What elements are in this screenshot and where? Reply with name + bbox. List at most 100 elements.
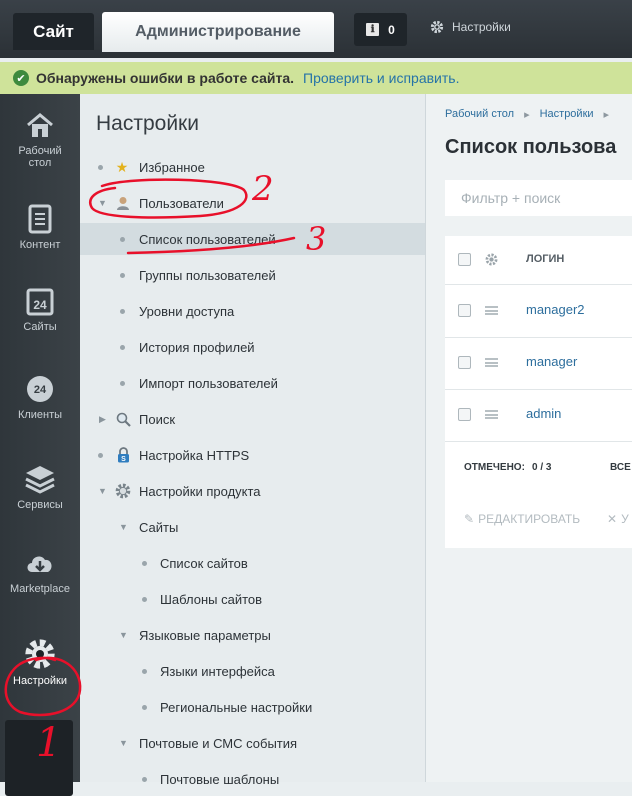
delete-button[interactable]: ✕ У [607, 512, 629, 526]
menu-label: Настройки продукта [139, 483, 261, 499]
calendar-24-icon: 24 [26, 288, 54, 316]
top-settings-label: Настройки [452, 20, 511, 34]
notifications-count: 0 [388, 22, 395, 37]
rail-item-services[interactable]: Сервисы [0, 464, 80, 511]
left-rail: Рабочий стол Контент 24 Сайты 24 Клиенты… [0, 94, 80, 796]
notification-icon: ℹ [366, 23, 380, 36]
cloud-download-icon [27, 556, 52, 572]
rail-label-services: Сервисы [17, 499, 63, 511]
menu-item-product-settings[interactable]: ▼ Настройки продукта [80, 475, 425, 507]
selected-count-label: ОТМЕЧЕНО: [464, 462, 525, 473]
rail-item-content[interactable]: Контент [0, 204, 80, 251]
rail-label-settings: Настройки [13, 675, 67, 687]
breadcrumb-separator-icon: ▸ [603, 109, 610, 121]
breadcrumb: Рабочий стол ▸ Настройки ▸ [445, 108, 609, 121]
magnifier-icon [115, 411, 131, 427]
rail-item-marketplace[interactable]: Marketplace [0, 550, 80, 595]
all-label[interactable]: ВСЕ [610, 462, 631, 473]
menu-item-favorites[interactable]: ★ Избранное [80, 151, 425, 183]
user-icon [115, 195, 131, 211]
notifications-button[interactable]: ℹ 0 [354, 13, 407, 46]
row-checkbox[interactable] [458, 304, 471, 317]
select-all-checkbox[interactable] [458, 253, 471, 266]
menu-item-users[interactable]: ▼ Пользователи [80, 187, 425, 219]
menu-item-user-import[interactable]: Импорт пользователей [80, 367, 425, 399]
menu-item-profile-history[interactable]: История профилей [80, 331, 425, 363]
menu-item-mail-templates[interactable]: Почтовые шаблоны [80, 763, 425, 795]
bullet-icon [120, 344, 125, 350]
menu-item-language-params[interactable]: ▼ Языковые параметры [80, 619, 425, 651]
column-login-header[interactable]: ЛОГИН [526, 253, 564, 265]
tab-site[interactable]: Сайт [13, 13, 94, 50]
star-icon: ★ [115, 158, 129, 175]
table-row[interactable]: manager [445, 337, 632, 390]
edit-label: РЕДАКТИРОВАТЬ [478, 512, 581, 526]
row-checkbox[interactable] [458, 408, 471, 421]
document-icon [28, 204, 52, 234]
menu-label: Поиск [139, 411, 176, 427]
row-checkbox[interactable] [458, 356, 471, 369]
menu-label: Список пользователей [139, 231, 276, 247]
user-login-link[interactable]: manager [526, 354, 577, 369]
menu-item-user-groups[interactable]: Группы пользователей [80, 259, 425, 291]
menu-item-interface-languages[interactable]: Языки интерфейса [80, 655, 425, 687]
rail-item-clients[interactable]: 24 Клиенты [0, 374, 80, 421]
close-icon: ✕ [607, 512, 618, 526]
rail-item-desktop[interactable]: Рабочий стол [0, 112, 80, 169]
edit-button[interactable]: ✎ РЕДАКТИРОВАТЬ [464, 512, 580, 526]
user-login-link[interactable]: manager2 [526, 302, 585, 317]
tab-administration[interactable]: Администрирование [102, 12, 334, 52]
top-settings-link[interactable]: Настройки [430, 20, 511, 34]
rail-label-sites: Сайты [23, 321, 57, 333]
menu-item-search[interactable]: ▶ Поиск [80, 403, 425, 435]
rail-active-highlight [5, 720, 73, 796]
table-row[interactable]: admin [445, 389, 632, 442]
menu-label: Почтовые и СМС события [139, 735, 298, 751]
chevron-down-icon: ▼ [119, 630, 128, 640]
bullet-icon [142, 560, 147, 566]
bullet-icon [120, 236, 125, 242]
bullet-icon [120, 272, 125, 278]
chevron-down-icon: ▼ [119, 738, 128, 748]
menu-item-user-list[interactable]: Список пользователей [80, 223, 425, 255]
rail-item-settings[interactable]: Настройки [0, 638, 80, 687]
user-login-link[interactable]: admin [526, 406, 561, 421]
gear-icon[interactable] [485, 253, 498, 266]
error-alert: ✔ Обнаружены ошибки в работе сайта. Пров… [0, 62, 632, 94]
actions-panel: ✎ РЕДАКТИРОВАТЬ ✕ У [445, 492, 632, 548]
menu-item-regional-settings[interactable]: Региональные настройки [80, 691, 425, 723]
rail-item-sites[interactable]: 24 Сайты [0, 288, 80, 333]
bullet-icon [142, 596, 147, 602]
rail-label-marketplace: Marketplace [10, 583, 70, 595]
menu-label: Список сайтов [160, 555, 248, 571]
table-row[interactable]: manager2 [445, 285, 632, 338]
chevron-down-icon: ▼ [98, 198, 107, 208]
rail-label-clients: Клиенты [17, 409, 63, 421]
bullet-icon [142, 668, 147, 674]
rail-label-desktop-2: стол [28, 157, 52, 169]
row-menu-icon[interactable] [485, 306, 498, 315]
pencil-icon: ✎ [464, 512, 475, 526]
main-content: Рабочий стол ▸ Настройки ▸ Список пользо… [426, 94, 632, 782]
menu-item-site-list[interactable]: Список сайтов [80, 547, 425, 579]
breadcrumb-desktop[interactable]: Рабочий стол [445, 108, 514, 121]
svg-text:S: S [121, 456, 126, 463]
menu-item-access-levels[interactable]: Уровни доступа [80, 295, 425, 327]
svg-text:24: 24 [33, 298, 47, 312]
menu-label: Уровни доступа [139, 303, 235, 319]
menu-label: Пользователи [139, 195, 224, 211]
settings-menu-panel: Настройки ★ Избранное ▼ Пользователи Спи… [80, 94, 426, 787]
alert-fix-link[interactable]: Проверить и исправить. [303, 70, 459, 86]
menu-item-https[interactable]: S Настройка HTTPS [80, 439, 425, 471]
menu-label: Шаблоны сайтов [160, 591, 263, 607]
gear-icon [430, 20, 444, 34]
row-menu-icon[interactable] [485, 358, 498, 367]
delete-label: У [621, 512, 629, 526]
filter-search-input[interactable]: Фильтр + поиск [445, 180, 632, 216]
row-menu-icon[interactable] [485, 410, 498, 419]
menu-item-site-templates[interactable]: Шаблоны сайтов [80, 583, 425, 615]
menu-label: Языки интерфейса [160, 663, 275, 679]
menu-item-sites[interactable]: ▼ Сайты [80, 511, 425, 543]
breadcrumb-settings[interactable]: Настройки [540, 108, 594, 121]
menu-item-mail-sms-events[interactable]: ▼ Почтовые и СМС события [80, 727, 425, 759]
